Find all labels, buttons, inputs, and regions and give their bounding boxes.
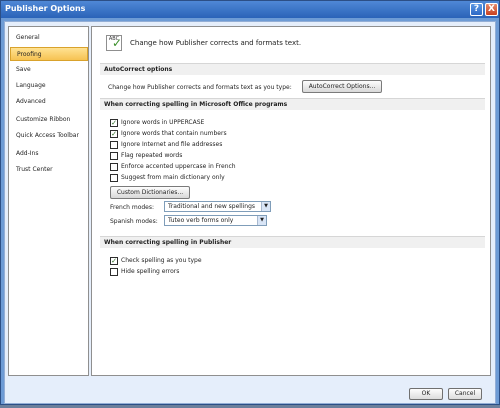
- publisher-options-window: Publisher Options ? X General Proofing S…: [0, 0, 500, 405]
- enforce-accented-uppercase-label: Enforce accented uppercase in French: [121, 163, 236, 170]
- french-modes-value: Traditional and new spellings: [168, 203, 256, 210]
- close-button[interactable]: X: [485, 3, 498, 16]
- sidebar-item-save[interactable]: Save: [10, 63, 88, 77]
- proofing-content: ABC ✓ Change how Publisher corrects and …: [91, 26, 491, 376]
- sidebar-item-language[interactable]: Language: [10, 79, 88, 93]
- french-modes-label: French modes:: [110, 204, 155, 211]
- main-dictionary-only-label: Suggest from main dictionary only: [121, 174, 225, 181]
- sidebar: General Proofing Save Language Advanced …: [8, 26, 89, 376]
- french-modes-select[interactable]: Traditional and new spellings ▼: [164, 201, 271, 212]
- check-icon: ✓: [112, 36, 123, 50]
- sidebar-item-add-ins[interactable]: Add-Ins: [10, 147, 88, 161]
- sidebar-item-advanced[interactable]: Advanced: [10, 95, 88, 109]
- spanish-modes-label: Spanish modes:: [110, 218, 158, 225]
- window-title: Publisher Options: [5, 4, 86, 13]
- help-button[interactable]: ?: [470, 3, 483, 16]
- ignore-internet-file-addresses-label: Ignore Internet and file addresses: [121, 141, 223, 148]
- autocorrect-options-button[interactable]: AutoCorrect Options...: [302, 80, 382, 93]
- enforce-accented-uppercase-checkbox[interactable]: [110, 163, 118, 171]
- cancel-button[interactable]: Cancel: [448, 388, 482, 400]
- flag-repeated-words-label: Flag repeated words: [121, 152, 183, 159]
- check-spelling-as-you-type-label: Check spelling as you type: [121, 257, 202, 264]
- check-spelling-as-you-type-checkbox[interactable]: ✓: [110, 257, 118, 265]
- autocorrect-description: Change how Publisher corrects and format…: [108, 84, 292, 91]
- ignore-uppercase-label: Ignore words in UPPERCASE: [121, 119, 205, 126]
- ignore-numbers-label: Ignore words that contain numbers: [121, 130, 227, 137]
- flag-repeated-words-checkbox[interactable]: [110, 152, 118, 160]
- chevron-down-icon: ▼: [261, 202, 270, 211]
- ignore-internet-file-addresses-checkbox[interactable]: [110, 141, 118, 149]
- custom-dictionaries-button[interactable]: Custom Dictionaries...: [110, 186, 190, 199]
- sidebar-item-trust-center[interactable]: Trust Center: [10, 163, 88, 177]
- spanish-modes-select[interactable]: Tuteo verb forms only ▼: [164, 215, 267, 226]
- sidebar-item-general[interactable]: General: [10, 31, 88, 45]
- sidebar-item-customize-ribbon[interactable]: Customize Ribbon: [10, 113, 88, 127]
- ok-button[interactable]: OK: [409, 388, 443, 400]
- office-spelling-section-title: When correcting spelling in Microsoft Of…: [100, 98, 485, 110]
- page-description: Change how Publisher corrects and format…: [130, 39, 302, 47]
- hide-spelling-errors-checkbox[interactable]: [110, 268, 118, 276]
- hide-spelling-errors-label: Hide spelling errors: [121, 268, 180, 275]
- spanish-modes-value: Tuteo verb forms only: [168, 217, 234, 224]
- chevron-down-icon: ▼: [257, 216, 266, 225]
- ignore-numbers-checkbox[interactable]: ✓: [110, 130, 118, 138]
- publisher-spelling-section-title: When correcting spelling in Publisher: [100, 236, 485, 248]
- autocorrect-section-title: AutoCorrect options: [100, 63, 485, 75]
- main-dictionary-only-checkbox[interactable]: [110, 174, 118, 182]
- ignore-uppercase-checkbox[interactable]: ✓: [110, 119, 118, 127]
- sidebar-item-quick-access-toolbar[interactable]: Quick Access Toolbar: [10, 129, 88, 143]
- title-bar: Publisher Options ? X: [1, 1, 499, 18]
- sidebar-item-proofing[interactable]: Proofing: [10, 47, 88, 61]
- dialog-client-area: General Proofing Save Language Advanced …: [4, 21, 496, 404]
